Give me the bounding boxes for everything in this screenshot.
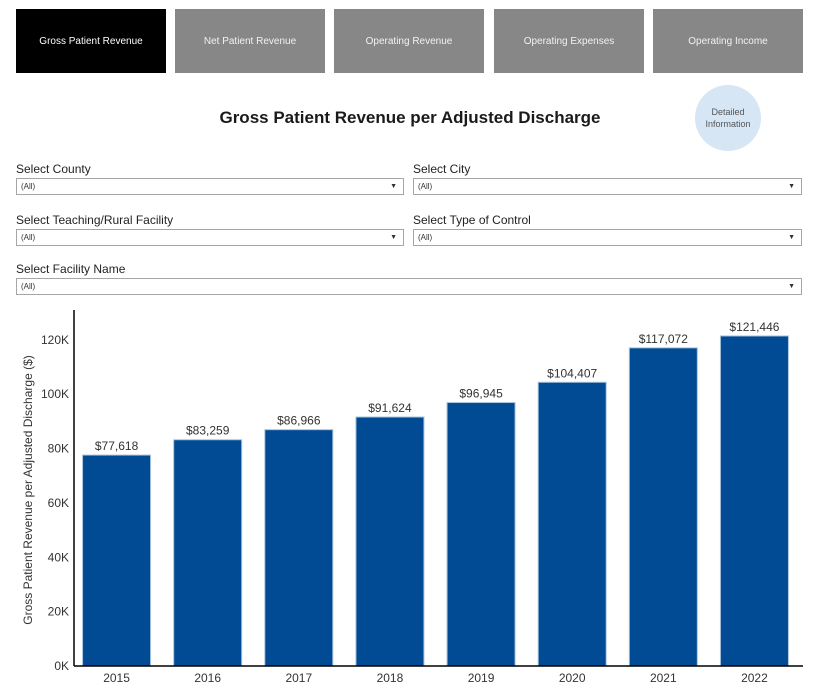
chevron-down-icon: ▼ <box>788 183 795 190</box>
data-label-2019: $96,945 <box>459 387 503 401</box>
chevron-down-icon: ▼ <box>390 183 397 190</box>
filter-city-label: Select City <box>413 162 471 176</box>
data-label-2015: $77,618 <box>95 439 139 453</box>
y-tick-label: 40K <box>48 550 69 564</box>
tab-operating-expenses[interactable]: Operating Expenses <box>494 9 644 73</box>
bar-2022[interactable] <box>719 335 789 667</box>
x-tick-label: 2015 <box>103 671 130 685</box>
y-tick-label: 100K <box>41 387 69 401</box>
tab-operating-revenue[interactable]: Operating Revenue <box>334 9 484 73</box>
bar-2017[interactable] <box>264 429 334 667</box>
bar-2021[interactable] <box>628 347 698 667</box>
filter-city: Select City (All) ▼ <box>413 162 802 195</box>
bar-chart: Gross Patient Revenue per Adjusted Disch… <box>21 310 803 685</box>
x-tick-label: 2016 <box>194 671 221 685</box>
y-tick-label: 80K <box>48 442 69 456</box>
bar-2018[interactable] <box>355 416 425 667</box>
y-axis-ticks: 0K 20K 40K 60K 80K 100K 120K <box>41 333 69 673</box>
filter-teaching-rural-label: Select Teaching/Rural Facility <box>16 213 174 227</box>
x-tick-label: 2022 <box>741 671 768 685</box>
facility-name-select[interactable]: (All) ▼ <box>16 278 802 295</box>
data-label-2020: $104,407 <box>547 366 597 380</box>
teaching-rural-select[interactable]: (All) ▼ <box>16 229 404 246</box>
bar-2020[interactable] <box>537 381 607 667</box>
filter-type-of-control: Select Type of Control (All) ▼ <box>413 213 802 246</box>
teaching-rural-select-value: (All) <box>21 233 36 242</box>
bar-2019[interactable] <box>446 402 516 667</box>
filter-facility-name: Select Facility Name (All) ▼ <box>16 262 802 295</box>
x-axis-ticks: 2015 2016 2017 2018 2019 2020 2021 2022 <box>103 671 768 685</box>
city-select-value: (All) <box>418 182 433 191</box>
data-label-2021: $117,072 <box>639 332 688 346</box>
filter-county: Select County (All) ▼ <box>16 162 404 195</box>
detailed-information-button[interactable]: Detailed Information <box>695 85 761 151</box>
county-select-value: (All) <box>21 182 36 191</box>
x-tick-label: 2019 <box>468 671 495 685</box>
county-select[interactable]: (All) ▼ <box>16 178 404 195</box>
data-label-2016: $83,259 <box>186 424 230 438</box>
city-select[interactable]: (All) ▼ <box>413 178 802 195</box>
x-tick-label: 2017 <box>285 671 312 685</box>
bars <box>82 335 789 667</box>
tab-gross-patient-revenue[interactable]: Gross Patient Revenue <box>16 9 166 73</box>
bar-2015[interactable] <box>82 454 152 667</box>
data-label-2018: $91,624 <box>368 401 412 415</box>
chevron-down-icon: ▼ <box>390 234 397 241</box>
data-label-2022: $121,446 <box>729 320 779 334</box>
chevron-down-icon: ▼ <box>788 234 795 241</box>
filter-county-label: Select County <box>16 162 91 176</box>
y-tick-label: 120K <box>41 333 69 347</box>
chevron-down-icon: ▼ <box>788 283 795 290</box>
y-tick-label: 60K <box>48 496 69 510</box>
y-tick-label: 20K <box>48 605 69 619</box>
filter-facility-name-label: Select Facility Name <box>16 262 126 276</box>
facility-name-select-value: (All) <box>21 282 36 291</box>
bar-2016[interactable] <box>173 439 243 667</box>
x-tick-label: 2021 <box>650 671 677 685</box>
info-button-line2: Information <box>705 119 751 129</box>
tab-operating-income[interactable]: Operating Income <box>653 9 803 73</box>
filter-teaching-rural: Select Teaching/Rural Facility (All) ▼ <box>16 213 404 246</box>
page-title: Gross Patient Revenue per Adjusted Disch… <box>219 108 601 127</box>
type-of-control-select-value: (All) <box>418 233 433 242</box>
x-tick-label: 2018 <box>377 671 404 685</box>
tab-net-patient-revenue[interactable]: Net Patient Revenue <box>175 9 325 73</box>
y-axis-title: Gross Patient Revenue per Adjusted Disch… <box>21 355 35 624</box>
y-axis-title-group: Gross Patient Revenue per Adjusted Disch… <box>21 355 35 624</box>
x-tick-label: 2020 <box>559 671 586 685</box>
y-tick-label: 0K <box>54 659 69 673</box>
info-button-line1: Detailed <box>711 107 745 117</box>
filter-type-of-control-label: Select Type of Control <box>413 213 531 227</box>
data-label-2017: $86,966 <box>277 414 321 428</box>
type-of-control-select[interactable]: (All) ▼ <box>413 229 802 246</box>
